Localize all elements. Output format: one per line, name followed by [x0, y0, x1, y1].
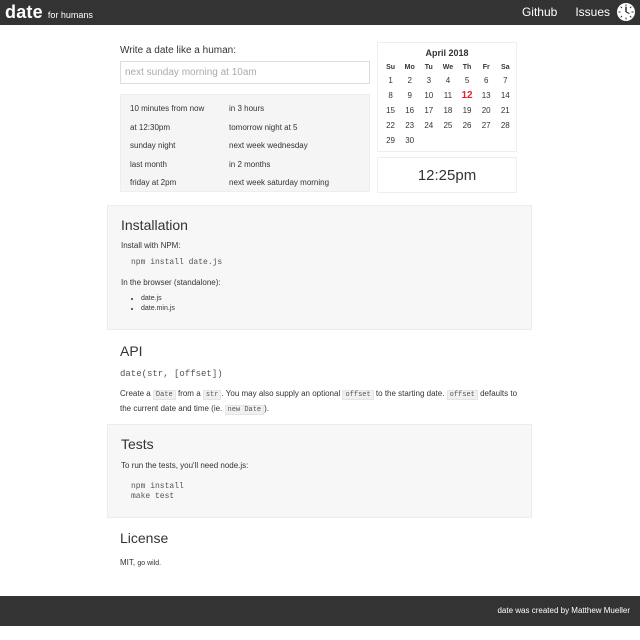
calendar-day[interactable]: 20	[477, 103, 496, 118]
calendar-day[interactable]: 6	[477, 73, 496, 88]
footer-credit[interactable]: date was created by Matthew Mueller	[497, 606, 630, 615]
calendar-day[interactable]: 27	[477, 118, 496, 133]
api-code: str	[202, 390, 222, 400]
example-phrase[interactable]: friday at 2pm	[130, 177, 229, 188]
calendar-month-title: April 2018	[425, 48, 469, 58]
top-bar: date for humans Github Issues	[0, 0, 640, 25]
standalone-files: date.js date.min.js	[121, 294, 175, 314]
calendar-day[interactable]: 2	[400, 73, 419, 88]
npm-command: npm install date.js	[131, 258, 223, 267]
calendar-day[interactable]: 4	[438, 73, 457, 88]
tests-section: Tests To run the tests, you'll need node…	[107, 424, 532, 518]
file-link[interactable]: date.min.js	[141, 304, 175, 314]
example-phrase[interactable]: next week saturday morning	[229, 177, 359, 188]
calendar-day[interactable]: 23	[400, 118, 419, 133]
browser-label: In the browser (standalone):	[121, 278, 221, 287]
brand-title: date	[5, 2, 43, 22]
footer: date was created by Matthew Mueller	[0, 596, 640, 626]
api-heading: API	[120, 343, 143, 359]
license-section: License MIT, go wild.	[107, 527, 532, 577]
clock-icon	[617, 3, 635, 21]
calendar-day[interactable]: 28	[496, 118, 515, 133]
brand-subtitle: for humans	[47, 10, 93, 20]
brand[interactable]: date for humans	[5, 2, 93, 23]
calendar-weekday: Th	[462, 64, 472, 71]
file-link[interactable]: date.js	[141, 294, 175, 304]
test-command: make test	[131, 492, 175, 501]
example-phrase[interactable]: next week wednesday	[229, 140, 359, 151]
date-input[interactable]	[120, 61, 370, 84]
calendar-day[interactable]: 13	[477, 88, 496, 103]
calendar-day[interactable]: 10	[419, 88, 438, 103]
calendar-weekday: Su	[386, 64, 396, 71]
api-section: API date(str, [offset]) Create a Date fr…	[107, 340, 532, 420]
calendar-grid: Su Mo Tu We Th Fr Sa 1 2 3 4 5 6 7 8 9 10 11 12 13 14 15 16 17 1…	[381, 62, 515, 148]
calendar: April 2018 Su Mo Tu We Th Fr Sa 1 2 3 4 5 6 7 8 9 10 11 12…	[377, 42, 517, 152]
api-text: ).	[264, 404, 270, 413]
calendar-day-today[interactable]: 12	[458, 88, 477, 103]
tests-heading: Tests	[121, 436, 154, 452]
calendar-weekday: Fr	[482, 64, 490, 71]
api-signature: date(str, [offset])	[120, 369, 223, 379]
installation-heading: Installation	[121, 217, 188, 233]
date-prompt-label: Write a date like a human:	[120, 45, 236, 56]
api-code: new Date	[224, 405, 265, 415]
calendar-weekday: We	[442, 64, 454, 71]
calendar-day[interactable]: 14	[496, 88, 515, 103]
calendar-day[interactable]: 22	[381, 118, 400, 133]
calendar-day[interactable]: 1	[381, 73, 400, 88]
test-command: npm install	[131, 482, 184, 491]
calendar-day[interactable]: 16	[400, 103, 419, 118]
calendar-day[interactable]: 15	[381, 103, 400, 118]
calendar-weekday: Tu	[424, 64, 433, 71]
github-link[interactable]: Github	[522, 5, 557, 19]
calendar-day[interactable]: 18	[438, 103, 457, 118]
calendar-day[interactable]: 25	[438, 118, 457, 133]
calendar-weekday: Mo	[404, 64, 415, 71]
license-text: MIT, go wild.	[120, 556, 161, 570]
calendar-day[interactable]: 21	[496, 103, 515, 118]
example-phrase[interactable]: 10 minutes from now	[130, 103, 229, 114]
calendar-day[interactable]: 24	[419, 118, 438, 133]
installation-section: Installation Install with NPM: npm insta…	[107, 205, 532, 330]
api-text: from a	[177, 389, 201, 398]
time-display: 12:25pm	[377, 157, 517, 193]
calendar-day[interactable]: 8	[381, 88, 400, 103]
calendar-day[interactable]: 11	[438, 88, 457, 103]
example-phrase[interactable]: last month	[130, 159, 229, 170]
calendar-day[interactable]: 17	[419, 103, 438, 118]
calendar-day[interactable]: 7	[496, 73, 515, 88]
api-code: Date	[152, 390, 176, 400]
license-note: go wild.	[137, 560, 162, 567]
api-text: to the starting date.	[375, 389, 445, 398]
calendar-day[interactable]: 19	[458, 103, 477, 118]
calendar-day[interactable]: 3	[419, 73, 438, 88]
top-nav: Github Issues	[522, 5, 610, 19]
calendar-day[interactable]: 26	[458, 118, 477, 133]
issues-link[interactable]: Issues	[575, 5, 610, 19]
calendar-day[interactable]: 30	[400, 133, 419, 148]
npm-label: Install with NPM:	[121, 241, 181, 250]
example-phrase[interactable]: sunday night	[130, 140, 229, 151]
calendar-day[interactable]: 29	[381, 133, 400, 148]
license-heading: License	[120, 530, 169, 546]
calendar-day[interactable]: 9	[400, 88, 419, 103]
api-code: offset	[446, 390, 478, 400]
calendar-day[interactable]: 5	[458, 73, 477, 88]
api-text: Create a	[120, 389, 151, 398]
api-code: offset	[342, 390, 374, 400]
example-phrase[interactable]: in 3 hours	[229, 103, 359, 114]
license-name: MIT,	[120, 558, 136, 567]
api-description: Create a Date from a str. You may also s…	[120, 387, 525, 417]
example-phrase[interactable]: in 2 months	[229, 159, 359, 170]
example-phrase[interactable]: tomorrow night at 5	[229, 122, 359, 133]
tests-description: To run the tests, you'll need node.js:	[121, 461, 249, 470]
example-phrase[interactable]: at 12:30pm	[130, 122, 229, 133]
api-text: . You may also supply an optional	[221, 389, 341, 398]
example-phrases: 10 minutes from now in 3 hours at 12:30p…	[120, 94, 370, 192]
calendar-weekday: Sa	[501, 64, 510, 71]
